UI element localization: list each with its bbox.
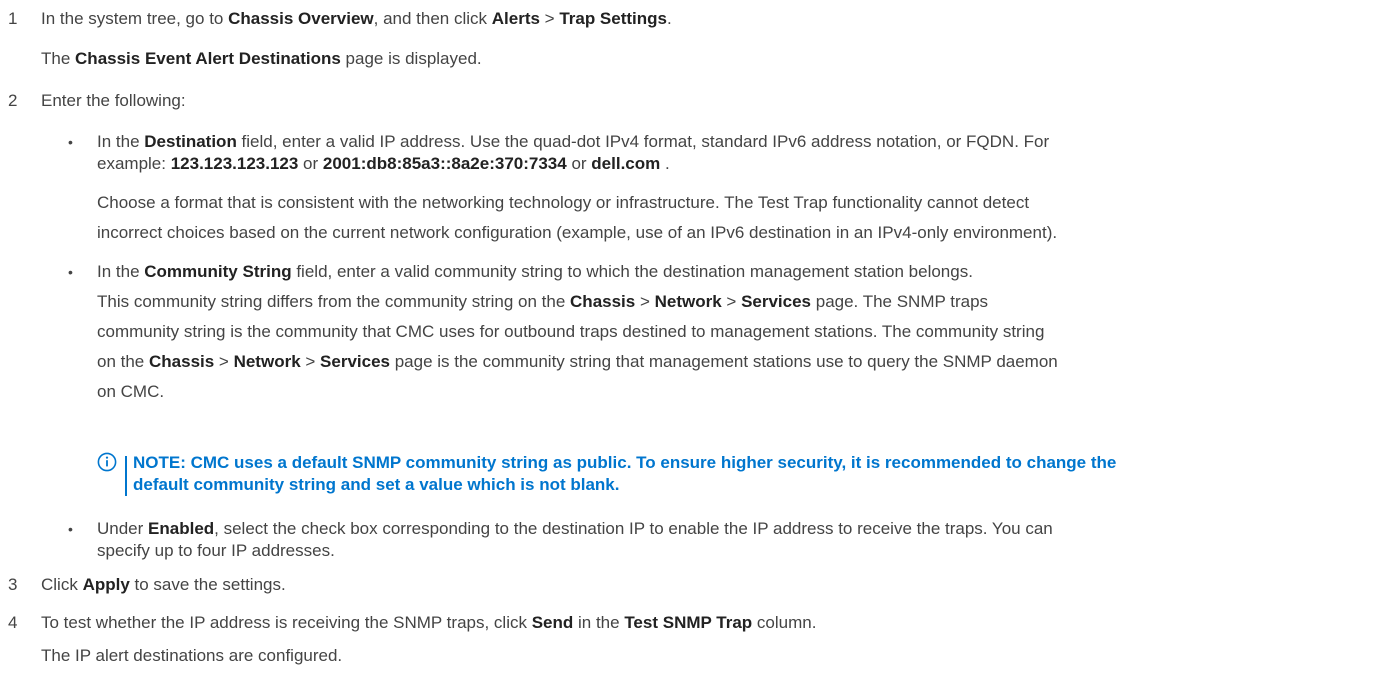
text: field, enter a valid IP address. Use the… — [236, 132, 1050, 151]
text: This community string differs from the c… — [97, 292, 571, 311]
step-2-text: Enter the following: — [41, 91, 186, 110]
field-name: Destination — [144, 132, 237, 151]
step-1-result: The Chassis Event Alert Destinations pag… — [41, 48, 482, 70]
text: The — [41, 49, 76, 68]
send-label: Send — [531, 613, 574, 632]
text: field, enter a valid community string to… — [291, 262, 973, 281]
destination-bullet-line1: In the Destination field, enter a valid … — [97, 131, 1049, 153]
text: To test whether the IP address is receiv… — [41, 613, 532, 632]
community-bullet-line1: In the Community String field, enter a v… — [97, 261, 973, 283]
enabled-bullet-line1: Under Enabled, select the check box corr… — [97, 518, 1053, 540]
community-para2-line2: community string is the community that C… — [97, 322, 1045, 341]
text: , and then click — [373, 9, 492, 28]
text: Under — [97, 519, 149, 538]
text: on the — [97, 352, 149, 371]
community-para2-line3: on the Chassis > Network > Services page… — [97, 351, 1058, 373]
step-number: 3 — [8, 575, 18, 594]
text: > — [635, 292, 655, 311]
step-number: 1 — [8, 9, 18, 28]
note-line-1: NOTE: CMC uses a default SNMP community … — [133, 453, 1117, 472]
text: . — [667, 9, 672, 28]
text: In the — [97, 262, 145, 281]
ui-path-chassis: Chassis — [149, 352, 215, 371]
example-ipv6: 2001:db8:85a3::8a2e:370:7334 — [322, 154, 567, 173]
example-fqdn: dell.com — [591, 154, 661, 173]
text: page is the community string that manage… — [389, 352, 1058, 371]
text: > — [539, 9, 560, 28]
text: or — [566, 154, 592, 173]
destination-para2-line2: incorrect choices based on the current n… — [97, 223, 1058, 242]
text: example: — [97, 154, 171, 173]
example-ipv4: 123.123.123.123 — [170, 154, 299, 173]
step-1-text: In the system tree, go to Chassis Overvi… — [41, 8, 672, 30]
ui-path-network: Network — [233, 352, 301, 371]
community-para2-line1: This community string differs from the c… — [97, 291, 988, 313]
step-4-result: The IP alert destinations are configured… — [41, 646, 343, 665]
document-page: 1 In the system tree, go to Chassis Over… — [0, 0, 1396, 676]
ui-path-trap-settings: Trap Settings — [559, 9, 667, 28]
ui-path-chassis-overview: Chassis Overview — [228, 9, 374, 28]
field-name: Community String — [144, 262, 292, 281]
enabled-bullet-line2: specify up to four IP addresses. — [97, 541, 335, 560]
text: column. — [752, 613, 817, 632]
ui-path-network: Network — [654, 292, 722, 311]
ui-path-chassis: Chassis — [570, 292, 636, 311]
text: page is displayed. — [340, 49, 482, 68]
bullet-icon: • — [68, 134, 73, 150]
destination-bullet-line2: example: 123.123.123.123 or 2001:db8:85a… — [97, 153, 670, 175]
text: > — [300, 352, 321, 371]
text: in the — [573, 613, 625, 632]
note-line-2: default community string and set a value… — [133, 475, 620, 494]
bullet-icon: • — [68, 264, 73, 280]
ui-path-services: Services — [741, 292, 812, 311]
step-4-text: To test whether the IP address is receiv… — [41, 612, 816, 634]
text: Click — [41, 575, 83, 594]
destination-para2-line1: Choose a format that is consistent with … — [97, 193, 1030, 212]
info-icon — [97, 452, 117, 472]
text: In the system tree, go to — [41, 9, 229, 28]
text: or — [298, 154, 323, 173]
field-name: Enabled — [148, 519, 215, 538]
note-text: NOTE: CMC uses a default SNMP community … — [133, 452, 1116, 496]
step-number: 4 — [8, 613, 18, 632]
step-number: 2 — [8, 91, 18, 110]
text: to save the settings. — [129, 575, 286, 594]
step-3-text: Click Apply to save the settings. — [41, 574, 286, 596]
text: . — [660, 154, 670, 173]
ui-path-alerts: Alerts — [491, 9, 540, 28]
text: , select the check box corresponding to … — [214, 519, 1053, 538]
text: > — [721, 292, 742, 311]
column-name: Test SNMP Trap — [624, 613, 753, 632]
page-name: Chassis Event Alert Destinations — [75, 49, 341, 68]
note-divider — [125, 456, 127, 496]
text: page. The SNMP traps — [811, 292, 989, 311]
apply-label: Apply — [82, 575, 130, 594]
ui-path-services: Services — [320, 352, 390, 371]
text: In the — [97, 132, 145, 151]
bullet-icon: • — [68, 521, 73, 537]
community-para2-line4: on CMC. — [97, 382, 165, 401]
text: > — [214, 352, 234, 371]
